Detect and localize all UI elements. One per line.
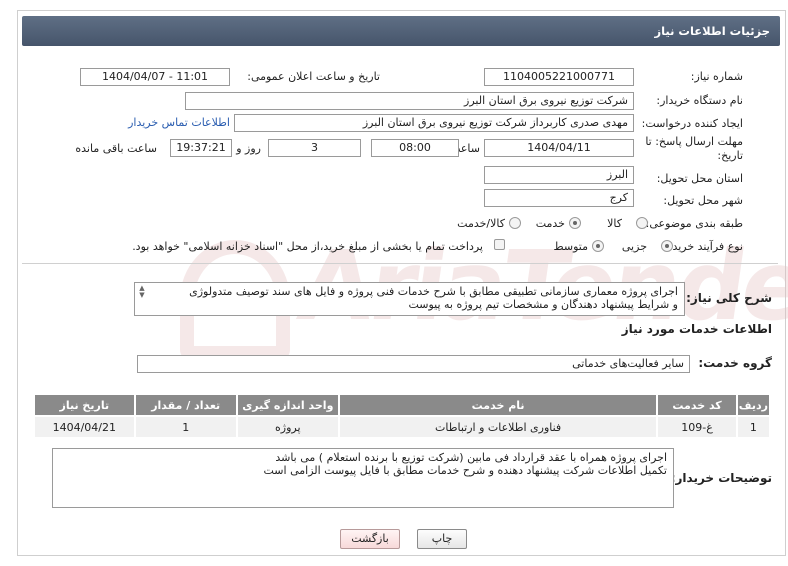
print-button[interactable]: چاپ: [417, 529, 467, 549]
col-name: نام خدمت: [337, 393, 659, 417]
page-title: جزئیات اطلاعات نیاز: [22, 16, 780, 46]
process-option-medium: متوسط: [553, 240, 588, 253]
cell-unit: پروژه: [235, 415, 340, 439]
description-line-2: و شرایط پیشنهاد دهندگان و مشخصات تیم پرو…: [408, 298, 678, 311]
category-option-goods-service: کالا/خدمت: [457, 217, 505, 230]
city-label: شهر محل تحویل:: [663, 194, 743, 207]
category-radio-goods-service[interactable]: [509, 217, 521, 229]
deadline-time-field: 08:00: [371, 139, 459, 157]
col-date: تاریخ نیاز: [33, 393, 136, 417]
contact-info-link[interactable]: اطلاعات تماس خریدار: [128, 116, 230, 129]
remaining-label: ساعت باقی مانده: [75, 142, 157, 155]
category-option-goods: کالا: [607, 217, 622, 230]
col-unit: واحد اندازه گیری: [235, 393, 340, 417]
description-textarea[interactable]: اجرای پروژه معماری سازمانی تطبیقی مطابق …: [134, 282, 685, 316]
service-group-field: سایر فعالیت‌های خدماتی: [137, 355, 690, 373]
need-number-label: شماره نیاز:: [690, 70, 743, 83]
process-label: نوع فرآیند خرید :: [665, 240, 743, 253]
cell-qty: 1: [133, 415, 238, 439]
buyer-org-label: نام دستگاه خریدار:: [656, 94, 743, 107]
cell-date: 1404/04/21: [33, 415, 136, 439]
col-code: کد خدمت: [656, 393, 738, 417]
need-number-field: 1104005221000771: [484, 68, 634, 86]
table-row: 1 غ-109 فناوری اطلاعات و ارتباطات پروژه …: [33, 415, 772, 439]
deadline-label: مهلت ارسال پاسخ: تا: [645, 135, 743, 148]
col-qty: تعداد / مقدار: [133, 393, 238, 417]
remaining-time-field: 19:37:21: [170, 139, 232, 157]
province-field: البرز: [484, 166, 634, 184]
cell-name: فناوری اطلاعات و ارتباطات: [337, 415, 659, 439]
back-button[interactable]: بازگشت: [340, 529, 400, 549]
scroll-arrows-icon[interactable]: ▲ ▼: [137, 285, 147, 299]
category-option-service: خدمت: [535, 217, 565, 230]
description-line-1: اجرای پروژه معماری سازمانی تطبیقی مطابق …: [189, 285, 678, 298]
category-label: طبقه بندی موضوعی:: [645, 217, 743, 230]
process-radio-medium[interactable]: [592, 240, 604, 252]
category-radio-goods[interactable]: [636, 217, 648, 229]
province-label: استان محل تحویل:: [656, 172, 743, 185]
buyer-notes-line-2: تکمیل اطلاعات شرکت پیشنهاد دهنده و شرح خ…: [263, 464, 668, 477]
buyer-notes-line-1: اجرای پروژه همراه با عقد قرارداد فی مابی…: [275, 451, 667, 464]
cell-index: 1: [735, 415, 772, 439]
cell-code: غ-109: [656, 415, 738, 439]
payment-note: پرداخت تمام یا بخشی از مبلغ خرید،از محل …: [132, 240, 483, 253]
service-group-label: گروه خدمت:: [698, 356, 772, 370]
announce-label: تاریخ و ساعت اعلان عمومی:: [247, 70, 380, 83]
buyer-org-field: شرکت توزیع نیروی برق استان البرز: [185, 92, 634, 110]
description-label: شرح کلی نیاز:: [686, 291, 772, 305]
creator-label: ایجاد کننده درخواست:: [641, 117, 743, 130]
table-header-row: ردیف کد خدمت نام خدمت واحد اندازه گیری ت…: [33, 393, 772, 417]
creator-field: مهدی صدری کاربرداز شرکت توزیع نیروی برق …: [234, 114, 634, 132]
buyer-notes-textarea[interactable]: اجرای پروژه همراه با عقد قرارداد فی مابی…: [52, 448, 674, 508]
treasury-checkbox[interactable]: [494, 239, 505, 250]
city-field: کرج: [484, 189, 634, 207]
days-field: 3: [268, 139, 361, 157]
category-radio-service[interactable]: [569, 217, 581, 229]
announce-field: 1404/04/07 - 11:01: [80, 68, 230, 86]
days-label: روز و: [236, 142, 261, 155]
deadline-label-2: تاریخ:: [717, 149, 743, 162]
separator: [22, 263, 778, 264]
process-radio-minor[interactable]: [661, 240, 673, 252]
services-section-title: اطلاعات خدمات مورد نیاز: [621, 322, 772, 336]
services-table: ردیف کد خدمت نام خدمت واحد اندازه گیری ت…: [33, 393, 772, 439]
deadline-date-field: 1404/04/11: [484, 139, 634, 157]
col-index: ردیف: [735, 393, 772, 417]
buyer-notes-label: توضیحات خریدار:: [670, 471, 772, 485]
process-option-minor: جزیی: [621, 240, 647, 253]
